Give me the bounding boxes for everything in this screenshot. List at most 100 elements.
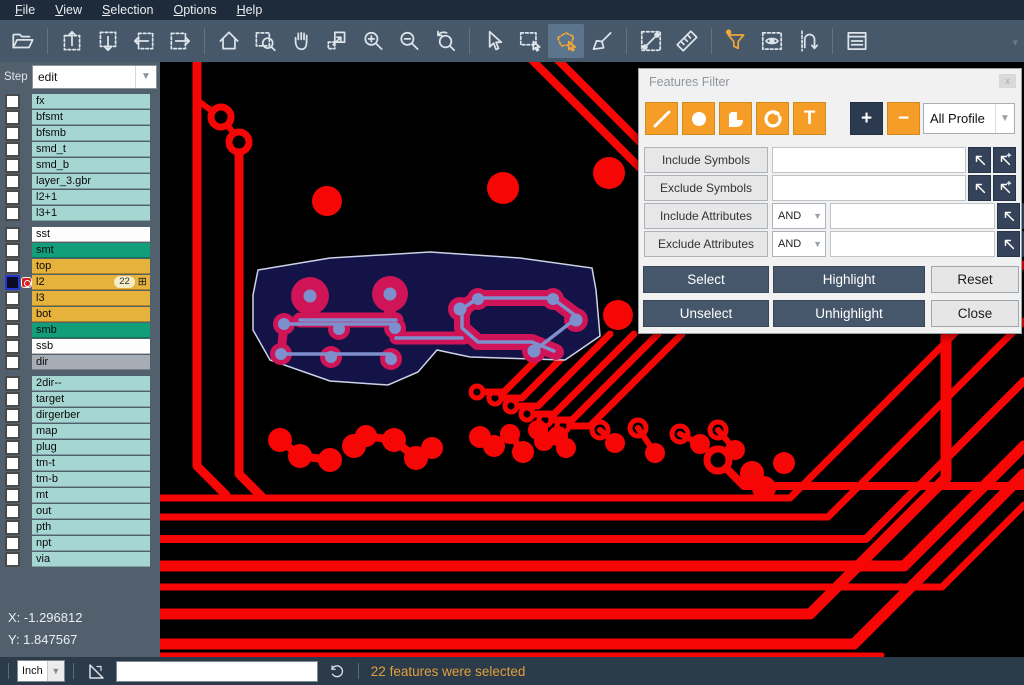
zoom-out-button[interactable] bbox=[391, 24, 427, 58]
layer-visibility-checkbox[interactable] bbox=[5, 392, 20, 407]
grid-icon[interactable]: ⊞ bbox=[138, 277, 147, 288]
clear-highlight-button[interactable] bbox=[584, 24, 620, 58]
move-left-button[interactable] bbox=[126, 24, 162, 58]
layer-name-bar[interactable]: dirgerber bbox=[32, 408, 150, 423]
layer-visibility-checkbox[interactable] bbox=[5, 158, 20, 173]
pick-add-symbol-button[interactable] bbox=[993, 175, 1016, 201]
layer-name-bar[interactable]: smd_t bbox=[32, 142, 150, 157]
layer-visibility-checkbox[interactable] bbox=[5, 488, 20, 503]
close-button[interactable]: Close bbox=[931, 300, 1019, 327]
pick-symbol-button[interactable] bbox=[968, 147, 991, 173]
home-view-button[interactable] bbox=[211, 24, 247, 58]
layer-row-bfsmt[interactable]: bfsmt bbox=[0, 110, 160, 125]
menu-options[interactable]: Options bbox=[164, 1, 225, 19]
layer-row-dirgerber[interactable]: dirgerber bbox=[0, 408, 160, 423]
layer-name-bar[interactable]: mt bbox=[32, 488, 150, 503]
highlight-button[interactable]: Highlight bbox=[773, 266, 925, 293]
layer-row-fx[interactable]: fx bbox=[0, 94, 160, 109]
layer-visibility-checkbox[interactable] bbox=[5, 355, 20, 370]
pick-add-symbol-button[interactable] bbox=[993, 147, 1016, 173]
step-dropdown[interactable]: edit ▼ bbox=[32, 65, 157, 89]
pick-symbol-button[interactable] bbox=[968, 175, 991, 201]
layer-visibility-checkbox[interactable] bbox=[5, 110, 20, 125]
exclude-symbols-button[interactable]: Exclude Symbols bbox=[644, 175, 768, 201]
layer-row-sst[interactable]: sst bbox=[0, 227, 160, 242]
layer-name-bar[interactable]: out bbox=[32, 504, 150, 519]
layer-row-l2+1[interactable]: l2+1 bbox=[0, 190, 160, 205]
layer-row-l3+1[interactable]: l3+1 bbox=[0, 206, 160, 221]
layer-display-button[interactable] bbox=[754, 24, 790, 58]
line-filter-button[interactable] bbox=[645, 102, 678, 135]
negative-filter-button[interactable]: − bbox=[887, 102, 920, 135]
zoom-previous-button[interactable] bbox=[427, 24, 463, 58]
dialog-titlebar[interactable]: Features Filter x bbox=[639, 69, 1021, 95]
layer-visibility-checkbox[interactable] bbox=[5, 376, 20, 391]
layer-row-tm-b[interactable]: tm-b bbox=[0, 472, 160, 487]
exclude-attributes-input[interactable] bbox=[830, 231, 995, 257]
layer-name-bar[interactable]: 2dir-- bbox=[32, 376, 150, 391]
layer-name-bar[interactable]: smd_b bbox=[32, 158, 150, 173]
layer-name-bar[interactable]: sst bbox=[32, 227, 150, 242]
layer-visibility-checkbox[interactable] bbox=[5, 259, 20, 274]
open-job-button[interactable] bbox=[5, 24, 41, 58]
layer-row-layer_3.gbr[interactable]: layer_3.gbr bbox=[0, 174, 160, 189]
layer-row-top[interactable]: top bbox=[0, 259, 160, 274]
features-filter-button[interactable] bbox=[718, 24, 754, 58]
arc-filter-button[interactable] bbox=[756, 102, 789, 135]
layer-visibility-checkbox[interactable] bbox=[5, 291, 20, 306]
layer-name-bar[interactable]: l2+1 bbox=[32, 190, 150, 205]
layer-visibility-checkbox[interactable] bbox=[5, 339, 20, 354]
reset-button[interactable]: Reset bbox=[931, 266, 1019, 293]
layer-name-bar[interactable]: fx bbox=[32, 94, 150, 109]
refresh-button[interactable] bbox=[328, 662, 346, 680]
layer-visibility-checkbox[interactable] bbox=[5, 536, 20, 551]
pick-attribute-button[interactable] bbox=[997, 203, 1020, 229]
exclude-attributes-button[interactable]: Exclude Attributes bbox=[644, 231, 768, 257]
layer-row-smt[interactable]: smt bbox=[0, 243, 160, 258]
transform-button[interactable] bbox=[319, 24, 355, 58]
pick-attribute-button[interactable] bbox=[997, 231, 1020, 257]
layer-visibility-checkbox[interactable] bbox=[5, 323, 20, 338]
toolbar-overflow-chevron[interactable]: ▾ bbox=[1012, 36, 1018, 49]
layer-name-bar[interactable]: l222⊞ bbox=[32, 275, 150, 290]
positive-filter-button[interactable]: + bbox=[850, 102, 883, 135]
layer-name-bar[interactable]: npt bbox=[32, 536, 150, 551]
layer-name-bar[interactable]: dir bbox=[32, 355, 150, 370]
layer-name-bar[interactable]: ssb bbox=[32, 339, 150, 354]
exclude-attributes-operator[interactable]: AND ▼ bbox=[772, 231, 826, 257]
include-symbols-button[interactable]: Include Symbols bbox=[644, 147, 768, 173]
layer-visibility-checkbox[interactable] bbox=[5, 504, 20, 519]
move-down-button[interactable] bbox=[90, 24, 126, 58]
layer-row-target[interactable]: target bbox=[0, 392, 160, 407]
layer-visibility-checkbox[interactable] bbox=[5, 440, 20, 455]
units-dropdown[interactable]: Inch ▼ bbox=[17, 660, 65, 682]
layer-row-tm-t[interactable]: tm-t bbox=[0, 456, 160, 471]
layer-row-ssb[interactable]: ssb bbox=[0, 339, 160, 354]
menu-selection[interactable]: Selection bbox=[93, 1, 162, 19]
layer-row-mt[interactable]: mt bbox=[0, 488, 160, 503]
layer-name-bar[interactable]: smb bbox=[32, 323, 150, 338]
layer-name-bar[interactable]: tm-b bbox=[32, 472, 150, 487]
select-button[interactable]: Select bbox=[643, 266, 769, 293]
surface-filter-button[interactable] bbox=[719, 102, 752, 135]
layer-row-via[interactable]: via bbox=[0, 552, 160, 567]
ruler-button[interactable] bbox=[669, 24, 705, 58]
include-symbols-input[interactable] bbox=[772, 147, 966, 173]
layer-name-bar[interactable]: l3+1 bbox=[32, 206, 150, 221]
close-icon[interactable]: x bbox=[999, 74, 1016, 88]
profile-dropdown[interactable]: All Profile ▼ bbox=[923, 103, 1015, 134]
layer-visibility-checkbox[interactable] bbox=[5, 243, 20, 258]
select-rectangle-button[interactable] bbox=[512, 24, 548, 58]
layer-name-bar[interactable]: via bbox=[32, 552, 150, 567]
pad-filter-button[interactable] bbox=[682, 102, 715, 135]
unhighlight-button[interactable]: Unhighlight bbox=[773, 300, 925, 327]
pan-button[interactable] bbox=[283, 24, 319, 58]
menu-view[interactable]: View bbox=[46, 1, 91, 19]
layer-row-bot[interactable]: bot bbox=[0, 307, 160, 322]
layer-name-bar[interactable]: target bbox=[32, 392, 150, 407]
layer-visibility-checkbox[interactable] bbox=[5, 456, 20, 471]
layer-visibility-checkbox[interactable] bbox=[5, 520, 20, 535]
layer-row-map[interactable]: map bbox=[0, 424, 160, 439]
measure-points-button[interactable] bbox=[633, 24, 669, 58]
layer-row-dir[interactable]: dir bbox=[0, 355, 160, 370]
